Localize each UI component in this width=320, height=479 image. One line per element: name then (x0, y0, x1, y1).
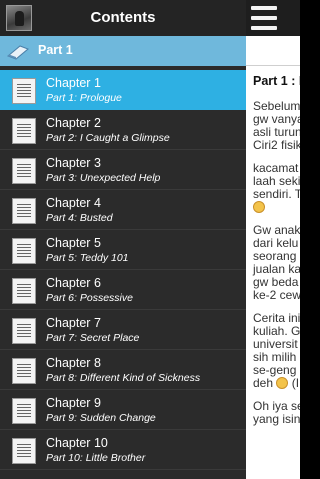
document-icon (12, 278, 36, 304)
chapter-item[interactable]: Chapter 10 Part 10: Little Brother (0, 430, 246, 470)
reader-text: Ciri2 fisik (253, 138, 300, 152)
reader-text: jualan ka (253, 262, 300, 276)
reader-text: (I (291, 376, 300, 390)
chapter-subtitle: Part 9: Sudden Change (46, 412, 156, 424)
reader-text: Oh iya se (253, 399, 300, 413)
reader-text: Cerita ini (253, 311, 300, 325)
chapter-item[interactable]: Chapter 2 Part 2: I Caught a Glimpse (0, 110, 246, 150)
chapter-title: Chapter 5 (46, 236, 101, 250)
document-icon (12, 198, 36, 224)
part-label: Part 1 (38, 43, 73, 57)
reader-text: ke-2 cew (253, 288, 300, 302)
reader-paragraph: Cerita ini kuliah. Guniversit sih milih se-… (253, 312, 300, 390)
reader-text: se-geng (253, 363, 297, 377)
chapter-item[interactable]: Chapter 7 Part 7: Secret Place (0, 310, 246, 350)
reader-paragraph: Oh iya se yang isin (253, 400, 300, 426)
reader-text: sih milih (253, 350, 297, 364)
chapter-subtitle: Part 8: Different Kind of Sickness (46, 372, 201, 384)
chapter-item[interactable]: Chapter 5 Part 5: Teddy 101 (0, 230, 246, 270)
chapter-item[interactable]: Chapter 6 Part 6: Possessive (0, 270, 246, 310)
chapter-title: Chapter 3 (46, 156, 101, 170)
reader-line: yang isin (253, 413, 300, 426)
reader-pane: Part 1 : P Sebelumgw vanyaasli turunCiri… (246, 0, 300, 479)
emoji-icon (276, 377, 289, 389)
reader-line: Ciri2 fisik (253, 139, 300, 152)
contents-drawer: Contents Part 1 Chapter 1 Part 1: Prologu… (0, 0, 246, 479)
chapter-title: Chapter 2 (46, 116, 101, 130)
reader-text: dari kelu (253, 236, 299, 250)
book-icon (7, 45, 29, 60)
reader-paragraph: Gw anak dari kelu seorang jualan ka gw beda k… (253, 224, 300, 302)
reader-line: deh (I (253, 377, 300, 390)
reader-title: Part 1 : P (253, 74, 300, 88)
reader-text: gw beda (253, 275, 299, 289)
chapter-title: Chapter 7 (46, 316, 101, 330)
chapter-item[interactable]: Chapter 9 Part 9: Sudden Change (0, 390, 246, 430)
chapter-title: Chapter 9 (46, 396, 101, 410)
reader-text: deh (253, 376, 274, 390)
document-icon (12, 78, 36, 104)
reader-line: ke-2 cew (253, 289, 300, 302)
reader-paragraph: kacamat laah seki sendiri. T (253, 162, 300, 214)
document-icon (12, 318, 36, 344)
chapter-item[interactable]: Chapter 8 Part 8: Different Kind of Sickn… (0, 350, 246, 390)
reader-text: Sebelum (253, 99, 300, 113)
chapter-subtitle: Part 5: Teddy 101 (46, 252, 129, 264)
chapter-item[interactable]: Chapter 4 Part 4: Busted (0, 190, 246, 230)
chapter-subtitle: Part 10: Little Brother (46, 452, 146, 464)
reader-text: universit (253, 337, 298, 351)
reader-text: gw vanya (253, 112, 300, 126)
document-icon (12, 158, 36, 184)
reader-toolbar (246, 0, 300, 36)
drawer-header: Contents (0, 0, 246, 36)
reader-text: yang isin (253, 412, 300, 426)
menu-icon[interactable] (251, 6, 277, 30)
reader-text: seorang (253, 249, 297, 263)
document-icon (12, 238, 36, 264)
reader-subheader (246, 36, 300, 66)
part-header[interactable]: Part 1 (0, 36, 246, 66)
emoji-icon (253, 201, 265, 213)
document-icon (12, 118, 36, 144)
chapter-subtitle: Part 7: Secret Place (46, 332, 140, 344)
reader-body: Part 1 : P Sebelumgw vanyaasli turunCiri… (253, 74, 300, 436)
chapter-subtitle: Part 2: I Caught a Glimpse (46, 132, 170, 144)
reader-text: kacamat (253, 161, 299, 175)
chapter-title: Chapter 6 (46, 276, 101, 290)
chapter-title: Chapter 8 (46, 356, 101, 370)
drawer-title: Contents (90, 9, 156, 26)
chapter-list: Chapter 1 Part 1: Prologue Chapter 2 Part 2… (0, 70, 246, 470)
chapter-subtitle: Part 1: Prologue (46, 92, 122, 104)
chapter-item[interactable]: Chapter 1 Part 1: Prologue (0, 70, 246, 110)
reader-text: kuliah. G (253, 324, 300, 338)
reader-text: laah seki (253, 174, 300, 188)
chapter-subtitle: Part 4: Busted (46, 212, 113, 224)
reader-paragraph: Sebelum gw vanya asli turun Ciri2 fisik (253, 100, 300, 152)
chapter-subtitle: Part 3: Unexpected Help (46, 172, 161, 184)
document-icon (12, 438, 36, 464)
chapter-title: Chapter 1 (46, 76, 101, 90)
reader-text: asli turun (253, 125, 300, 139)
reader-text: sendiri. T (253, 187, 300, 201)
chapter-title: Chapter 4 (46, 196, 101, 210)
reader-text: Gw anak (253, 223, 300, 237)
chapter-item[interactable]: Chapter 3 Part 3: Unexpected Help (0, 150, 246, 190)
chapter-title: Chapter 10 (46, 436, 108, 450)
reader-line: sendiri. T (253, 188, 300, 201)
chapter-subtitle: Part 6: Possessive (46, 292, 133, 304)
document-icon (12, 398, 36, 424)
document-icon (12, 358, 36, 384)
